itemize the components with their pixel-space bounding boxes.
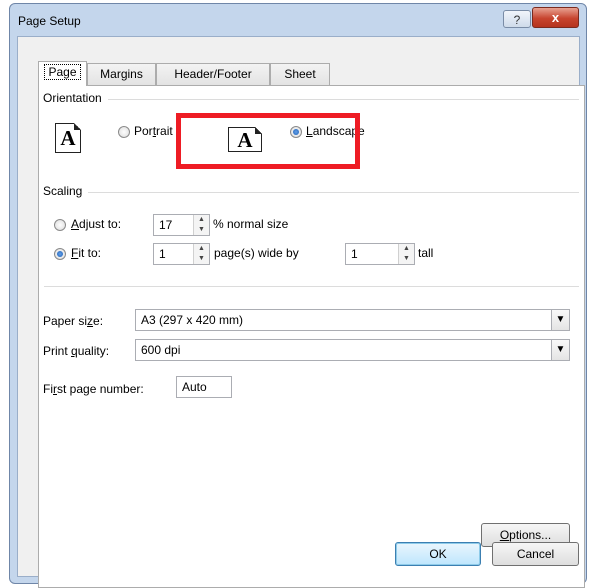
- spin-up-icon[interactable]: ▲: [399, 244, 414, 254]
- adjust-to-value: 17: [159, 218, 173, 232]
- fit-to-wide-suffix: page(s) wide by: [214, 246, 299, 260]
- adjust-to-suffix: % normal size: [213, 217, 289, 231]
- help-button[interactable]: ?: [503, 10, 531, 28]
- close-button[interactable]: x: [532, 7, 579, 28]
- highlight-box: [176, 113, 360, 169]
- orientation-label: Orientation: [43, 91, 108, 105]
- first-page-number-input[interactable]: Auto: [176, 376, 232, 398]
- cancel-button[interactable]: Cancel: [492, 542, 579, 566]
- adjust-to-radio[interactable]: [54, 219, 66, 231]
- fit-to-wide-spin-buttons[interactable]: ▲ ▼: [193, 244, 209, 264]
- chevron-down-icon[interactable]: ▼: [551, 340, 569, 360]
- fit-to-radio[interactable]: [54, 248, 66, 260]
- section-divider: [44, 286, 579, 287]
- tab-page-label: Page: [44, 64, 81, 80]
- scaling-label: Scaling: [43, 184, 89, 198]
- fit-to-tall-value: 1: [351, 247, 358, 261]
- adjust-to-spin-buttons[interactable]: ▲ ▼: [193, 215, 209, 235]
- page-setup-dialog: Page Setup ? x Page Margins Header/Foote…: [9, 3, 587, 588]
- fit-to-wide-value: 1: [159, 247, 166, 261]
- fit-to-tall-suffix: tall: [418, 246, 434, 260]
- fit-to-label[interactable]: Fit to:: [71, 246, 101, 260]
- print-quality-label: Print quality:: [43, 344, 110, 358]
- print-quality-select[interactable]: 600 dpi ▼: [135, 339, 570, 361]
- scaling-divider: [49, 192, 579, 193]
- paper-size-value: A3 (297 x 420 mm): [141, 313, 244, 327]
- adjust-to-spinner[interactable]: 17 ▲ ▼: [153, 214, 210, 236]
- title-bar: Page Setup ? x: [10, 4, 586, 36]
- adjust-to-label[interactable]: Adjust to:: [71, 217, 121, 231]
- spin-down-icon[interactable]: ▼: [194, 225, 209, 235]
- spin-up-icon[interactable]: ▲: [194, 244, 209, 254]
- spin-down-icon[interactable]: ▼: [399, 254, 414, 264]
- orientation-divider: [49, 99, 579, 100]
- first-page-number-value: Auto: [182, 380, 207, 394]
- dialog-title: Page Setup: [18, 14, 81, 28]
- spin-up-icon[interactable]: ▲: [194, 215, 209, 225]
- paper-size-select[interactable]: A3 (297 x 420 mm) ▼: [135, 309, 570, 331]
- tab-sheet[interactable]: Sheet: [270, 63, 330, 85]
- chevron-down-icon[interactable]: ▼: [551, 310, 569, 330]
- fit-to-tall-spinner[interactable]: 1 ▲ ▼: [345, 243, 415, 265]
- paper-size-label: Paper size:: [43, 314, 104, 328]
- portrait-page-icon: A: [55, 123, 81, 153]
- tab-header-footer[interactable]: Header/Footer: [156, 63, 270, 85]
- fit-to-tall-spin-buttons[interactable]: ▲ ▼: [398, 244, 414, 264]
- tab-page[interactable]: Page: [38, 61, 87, 86]
- portrait-label[interactable]: Portrait: [134, 124, 173, 138]
- fit-to-wide-spinner[interactable]: 1 ▲ ▼: [153, 243, 210, 265]
- first-page-number-label: First page number:: [43, 382, 144, 396]
- spin-down-icon[interactable]: ▼: [194, 254, 209, 264]
- tab-margins[interactable]: Margins: [87, 63, 156, 85]
- portrait-radio[interactable]: [118, 126, 130, 138]
- ok-button[interactable]: OK: [395, 542, 481, 566]
- print-quality-value: 600 dpi: [141, 343, 181, 357]
